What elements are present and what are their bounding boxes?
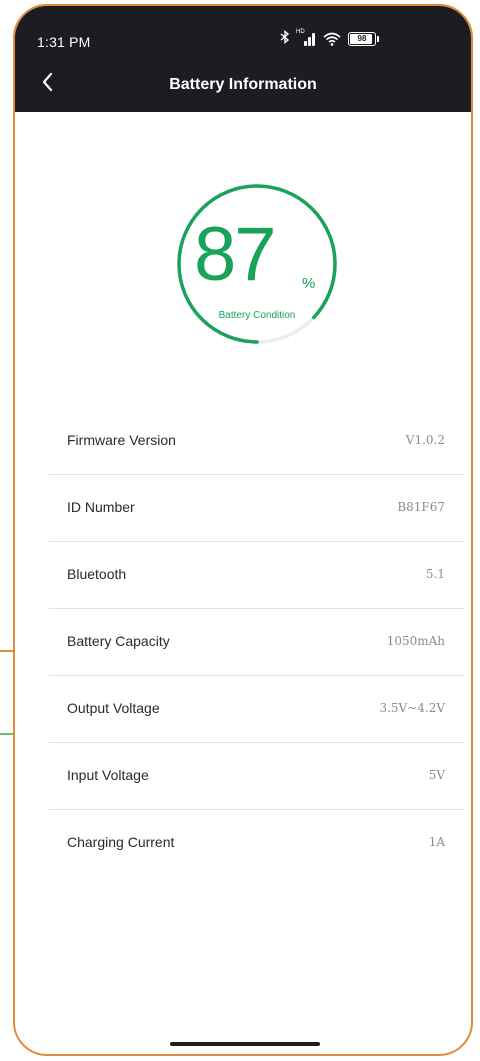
- info-value: 1050mAh: [386, 634, 445, 648]
- info-row-output-voltage: Output Voltage 3.5V~4.2V: [49, 676, 465, 743]
- info-value: V1.0.2: [405, 433, 445, 447]
- info-row-battery-capacity: Battery Capacity 1050mAh: [49, 609, 465, 676]
- info-row-id-number: ID Number B81F67: [49, 475, 465, 542]
- info-label: Input Voltage: [67, 767, 149, 783]
- info-value: 5V: [428, 768, 445, 782]
- info-value: 3.5V~4.2V: [379, 701, 445, 715]
- info-label: Firmware Version: [67, 432, 176, 448]
- app-header: 1:31 PM HD 98 Battery Information: [15, 6, 471, 112]
- info-row-charging-current: Charging Current 1A: [49, 810, 465, 877]
- bluetooth-icon: [280, 30, 290, 47]
- info-label: Bluetooth: [67, 566, 127, 582]
- info-label: Battery Capacity: [67, 633, 170, 649]
- frame-edge-marker-green: [0, 733, 14, 735]
- phone-screen: 1:31 PM HD 98 Battery Information 87 % B…: [13, 4, 473, 1056]
- info-value: B81F67: [397, 500, 445, 514]
- status-icons: HD 98: [280, 29, 379, 47]
- home-indicator[interactable]: [170, 1042, 320, 1046]
- info-label: Output Voltage: [67, 700, 160, 716]
- info-label: ID Number: [67, 499, 135, 515]
- battery-condition-value: 87: [194, 212, 277, 297]
- info-row-input-voltage: Input Voltage 5V: [49, 743, 465, 810]
- cellular-signal-icon: HD: [296, 29, 316, 46]
- info-row-firmware-version: Firmware Version V1.0.2: [49, 408, 465, 475]
- info-row-bluetooth: Bluetooth 5.1: [49, 542, 465, 609]
- page-title: Battery Information: [169, 76, 317, 93]
- info-value: 1A: [428, 835, 445, 849]
- wifi-icon: [322, 31, 342, 47]
- frame-edge-marker-orange: [0, 650, 14, 652]
- info-value: 5.1: [425, 567, 445, 581]
- status-time: 1:31 PM: [37, 34, 91, 50]
- battery-condition-label: Battery Condition: [218, 310, 296, 321]
- info-label: Charging Current: [67, 834, 175, 850]
- battery-status-text: 98: [357, 34, 367, 43]
- battery-status-icon: 98: [348, 31, 379, 46]
- battery-info-list: Firmware Version V1.0.2 ID Number B81F67…: [49, 408, 465, 877]
- battery-condition-unit: %: [302, 275, 316, 292]
- battery-condition-gauge: 87 % Battery Condition: [172, 179, 342, 349]
